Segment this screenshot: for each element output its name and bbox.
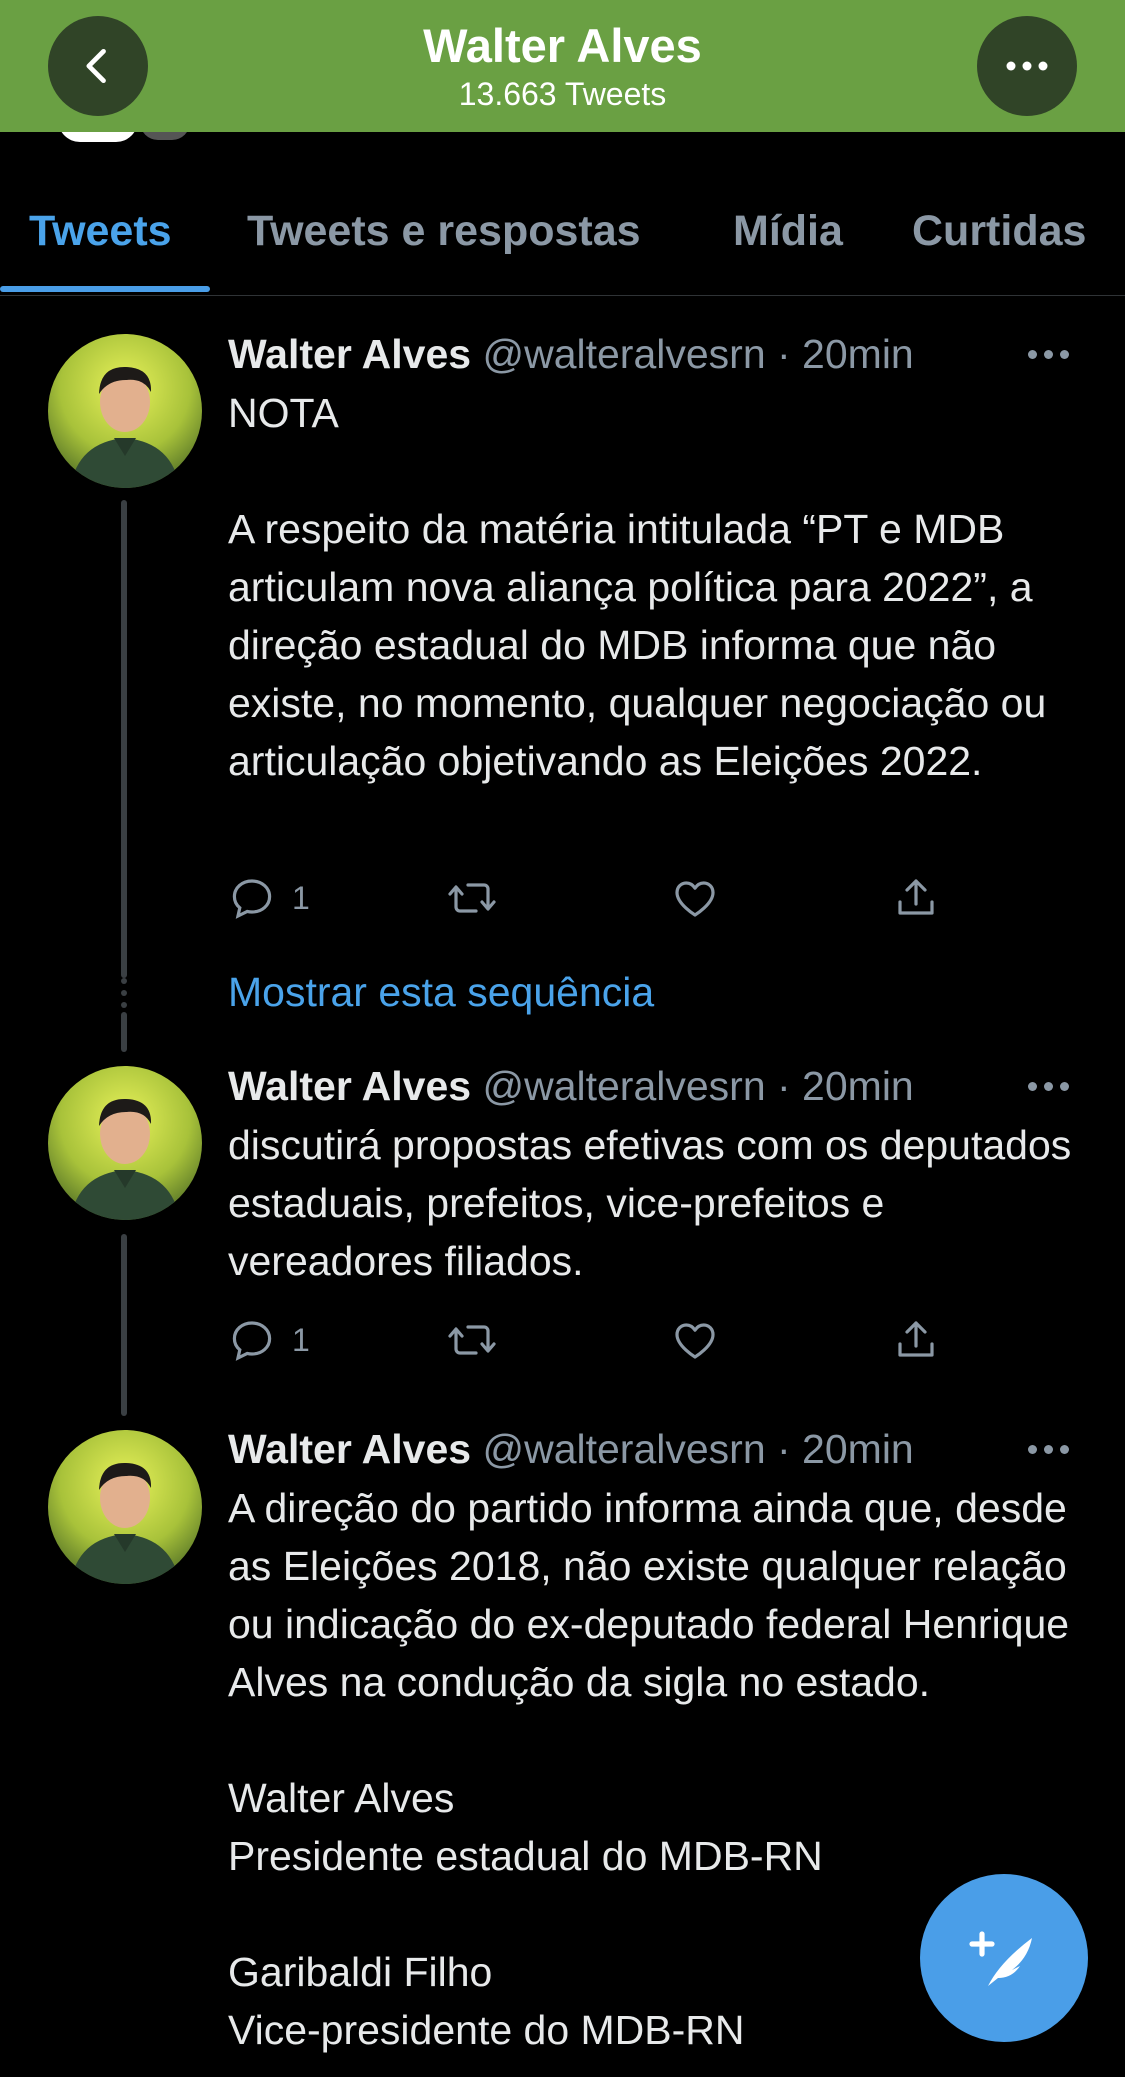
tweet-more-button[interactable] — [1028, 350, 1069, 359]
share-button[interactable] — [892, 1310, 940, 1370]
more-options-button[interactable] — [977, 16, 1077, 116]
author-name[interactable]: Walter Alves — [228, 1063, 471, 1109]
like-icon — [675, 1323, 715, 1359]
author-name[interactable]: Walter Alves — [228, 331, 471, 377]
tweet-header: Walter Alves @walteralvesrn · 20min — [228, 1062, 914, 1110]
like-icon — [675, 881, 715, 917]
tweet-text: discutirá propostas efetivas com os depu… — [228, 1122, 1072, 1284]
active-tab-indicator — [0, 286, 210, 292]
tweet-more-button[interactable] — [1028, 1082, 1069, 1091]
reply-count: 1 — [292, 1321, 310, 1358]
tweet-actions: 1 — [228, 868, 948, 928]
tab-tweets[interactable]: Tweets — [29, 206, 172, 256]
thread-gap-dots — [121, 978, 127, 1014]
tweet-header: Walter Alves @walteralvesrn · 20min — [228, 1425, 914, 1473]
tweet-actions: 1 — [228, 1310, 948, 1370]
retweet-button[interactable] — [446, 868, 498, 928]
profile-tabs: Tweets Tweets e respostas Mídia Curtidas — [0, 196, 1125, 296]
share-icon — [898, 1321, 934, 1357]
profile-name-title: Walter Alves — [423, 19, 702, 72]
tab-media[interactable]: Mídia — [733, 206, 843, 256]
retweet-button[interactable] — [446, 1310, 498, 1370]
author-handle-time: @walteralvesrn · 20min — [482, 331, 914, 377]
avatar[interactable] — [48, 1430, 202, 1584]
author-handle-time: @walteralvesrn · 20min — [482, 1063, 914, 1109]
reply-count: 1 — [292, 879, 310, 916]
avatar[interactable] — [48, 1066, 202, 1220]
like-button[interactable] — [670, 1310, 720, 1370]
tab-likes[interactable]: Curtidas — [912, 206, 1086, 256]
thread-line — [121, 500, 127, 978]
tab-tweets-and-replies[interactable]: Tweets e respostas — [247, 206, 641, 256]
reply-icon — [232, 879, 272, 919]
retweet-icon — [448, 1325, 496, 1355]
tweet-text: NOTA A respeito da matéria intitulada “P… — [228, 390, 1047, 784]
show-thread-link[interactable]: Mostrar esta sequência — [228, 968, 654, 1016]
share-button[interactable] — [892, 868, 940, 928]
tweet-count: 13.663 Tweets — [458, 76, 667, 112]
share-icon — [898, 879, 934, 915]
reply-button[interactable]: 1 — [228, 868, 310, 928]
reply-icon — [232, 1321, 272, 1361]
reply-button[interactable]: 1 — [228, 1310, 310, 1370]
avatar[interactable] — [48, 334, 202, 488]
thread-line — [121, 1012, 127, 1052]
retweet-icon — [448, 883, 496, 913]
more-icon — [1006, 61, 1048, 71]
tweet-header: Walter Alves @walteralvesrn · 20min — [228, 330, 914, 378]
thread-line — [121, 1234, 127, 1416]
author-name[interactable]: Walter Alves — [228, 1426, 471, 1472]
tweet-more-button[interactable] — [1028, 1445, 1069, 1454]
author-handle-time: @walteralvesrn · 20min — [482, 1426, 914, 1472]
compose-tweet-button[interactable] — [920, 1874, 1088, 2042]
top-bar: Walter Alves 13.663 Tweets — [0, 0, 1125, 132]
like-button[interactable] — [670, 868, 720, 928]
compose-icon — [969, 1931, 1032, 1986]
